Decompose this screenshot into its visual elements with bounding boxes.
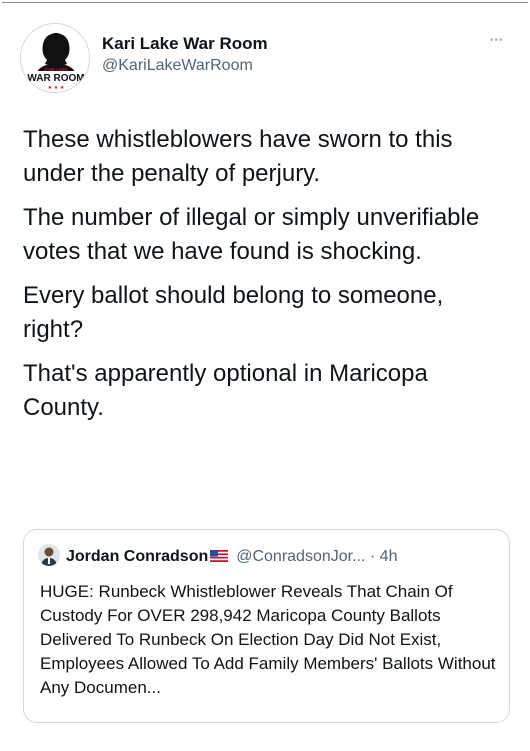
tweet-card: KARI LAKE WAR ROOM ★ ★ ★ Kari Lake War R… xyxy=(2,2,528,747)
tweet-header: KARI LAKE WAR ROOM ★ ★ ★ Kari Lake War R… xyxy=(20,23,510,93)
tweet-text: These whistleblowers have sworn to this … xyxy=(23,123,509,435)
quoted-tweet[interactable]: Jordan Conradson @ConradsonJor... · 4h H… xyxy=(23,529,510,723)
author-avatar[interactable]: KARI LAKE WAR ROOM ★ ★ ★ xyxy=(20,23,90,93)
more-horizontal-icon[interactable]: ••• xyxy=(490,36,510,46)
tweet-paragraph: That's apparently optional in Maricopa C… xyxy=(23,360,428,421)
war-room-logo-icon: KARI LAKE WAR ROOM ★ ★ ★ xyxy=(21,24,89,92)
quoted-tweet-header: Jordan Conradson @ConradsonJor... · 4h xyxy=(38,544,495,568)
quoted-author-avatar[interactable] xyxy=(38,544,60,566)
separator-dot: · xyxy=(369,548,376,565)
svg-text:WAR ROOM: WAR ROOM xyxy=(27,73,84,84)
quoted-tweet-time[interactable]: 4h xyxy=(380,548,398,565)
tweet-paragraph: Every ballot should belong to someone, r… xyxy=(23,282,444,343)
author-names: Kari Lake War Room @KariLakeWarRoom xyxy=(102,33,268,77)
us-flag-icon xyxy=(210,546,229,570)
author-handle[interactable]: @KariLakeWarRoom xyxy=(102,55,268,77)
svg-text:★ ★ ★: ★ ★ ★ xyxy=(48,85,65,91)
author-display-name[interactable]: Kari Lake War Room xyxy=(102,33,268,55)
quoted-author-name[interactable]: Jordan Conradson xyxy=(66,548,208,565)
quoted-author-handle[interactable]: @ConradsonJor... xyxy=(236,548,365,565)
tweet-paragraph: These whistleblowers have sworn to this … xyxy=(23,126,453,187)
quoted-tweet-text: HUGE: Runbeck Whistleblower Reveals That… xyxy=(40,582,496,697)
tweet-paragraph: The number of illegal or simply unverifi… xyxy=(23,204,480,265)
